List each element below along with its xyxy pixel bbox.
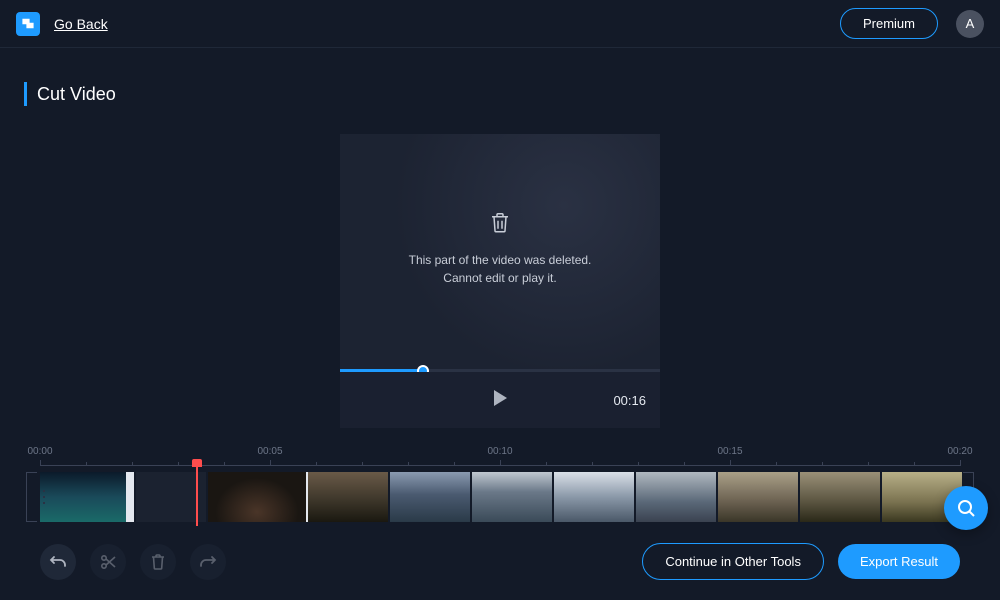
ruler-label: 00:20	[947, 446, 972, 457]
timeline-clip[interactable]	[554, 472, 634, 522]
timeline-clip[interactable]	[718, 472, 798, 522]
timeline-track[interactable]	[40, 472, 960, 522]
play-button[interactable]	[492, 389, 508, 412]
play-icon	[492, 389, 508, 407]
duration-label: 00:16	[613, 393, 646, 408]
trash-icon	[150, 553, 166, 571]
timeline-clip[interactable]	[636, 472, 716, 522]
app-logo	[16, 12, 40, 36]
help-button[interactable]	[944, 486, 988, 530]
playhead[interactable]	[196, 460, 198, 526]
trash-icon	[490, 212, 510, 234]
timeline-clip[interactable]	[800, 472, 880, 522]
go-back-link[interactable]: Go Back	[54, 16, 108, 32]
redo-button[interactable]	[190, 544, 226, 580]
timeline-clip[interactable]	[472, 472, 552, 522]
ruler-label: 00:15	[717, 446, 742, 457]
timeline[interactable]: 00:00 00:05 00:10 00:15 00:20	[0, 448, 1000, 522]
progress-thumb[interactable]	[417, 365, 429, 373]
title-accent-bar	[24, 82, 27, 106]
timeline-clip[interactable]	[390, 472, 470, 522]
video-preview: This part of the video was deleted. Cann…	[340, 134, 660, 428]
ruler-label: 00:10	[487, 446, 512, 457]
timeline-clip[interactable]	[308, 472, 388, 522]
ruler-label: 00:00	[27, 446, 52, 457]
page-title: Cut Video	[37, 84, 116, 105]
continue-other-tools-button[interactable]: Continue in Other Tools	[642, 543, 824, 580]
delete-button[interactable]	[140, 544, 176, 580]
search-icon	[955, 497, 977, 519]
timeline-clip[interactable]	[40, 472, 134, 522]
export-result-button[interactable]: Export Result	[838, 544, 960, 579]
cut-marker[interactable]	[306, 472, 308, 522]
undo-icon	[49, 553, 67, 571]
avatar[interactable]: A	[956, 10, 984, 38]
premium-button[interactable]: Premium	[840, 8, 938, 39]
timeline-clip[interactable]	[208, 472, 306, 522]
deleted-message: This part of the video was deleted. Cann…	[340, 251, 660, 287]
ruler-label: 00:05	[257, 446, 282, 457]
cut-button[interactable]	[90, 544, 126, 580]
redo-icon	[199, 553, 217, 571]
undo-button[interactable]	[40, 544, 76, 580]
scissors-icon	[99, 553, 117, 571]
timeline-ruler: 00:00 00:05 00:10 00:15 00:20	[40, 448, 960, 466]
